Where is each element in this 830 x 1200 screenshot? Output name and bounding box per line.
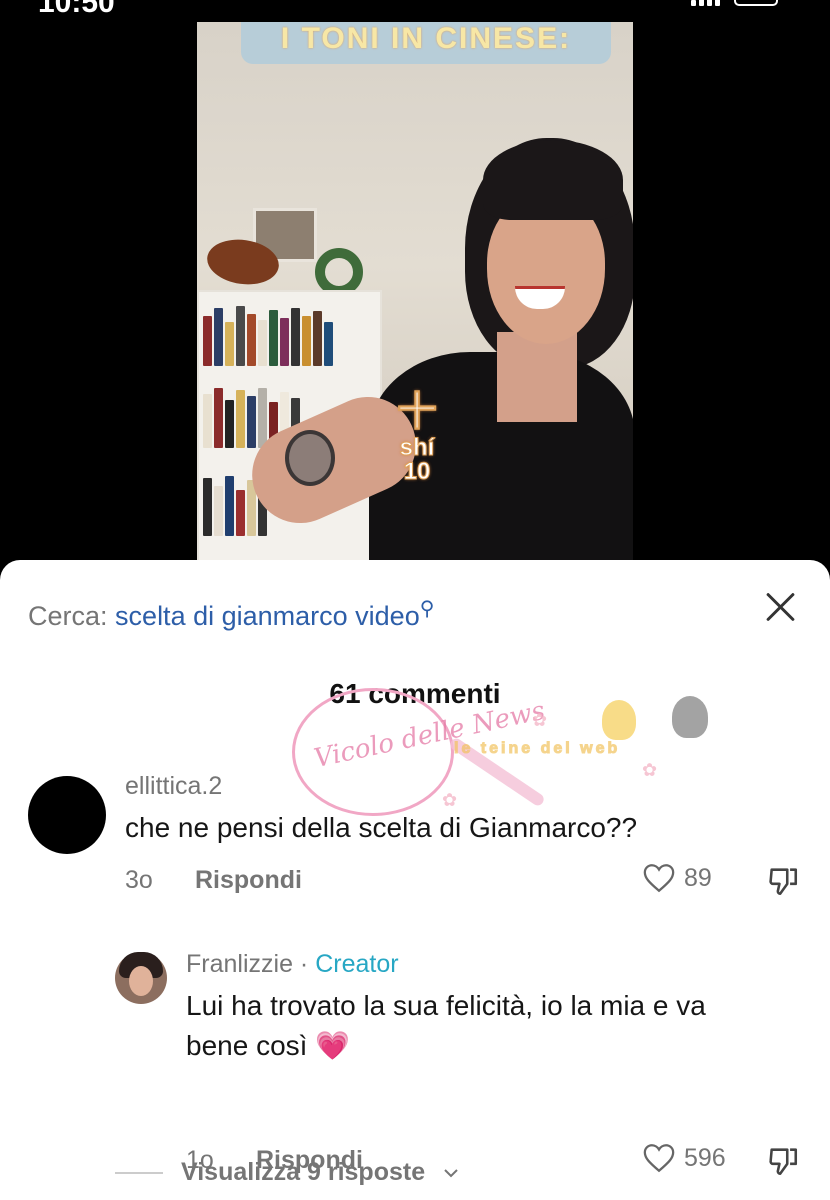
creator-username[interactable]: Franlizzie bbox=[186, 950, 293, 978]
comment-text: che ne pensi della scelta di Gianmarco?? bbox=[125, 812, 638, 843]
avatar[interactable] bbox=[28, 776, 106, 854]
status-icons bbox=[691, 0, 778, 6]
paw-icon: ✿ bbox=[532, 710, 548, 730]
person-neck bbox=[497, 332, 577, 422]
creator-badge: Creator bbox=[315, 950, 399, 978]
dislike-icon[interactable] bbox=[766, 864, 800, 898]
like-button[interactable]: 89 bbox=[642, 862, 712, 894]
creator-avatar[interactable] bbox=[115, 952, 167, 1004]
comment-text-line: Lui ha trovato la sua felicità, io la mi… bbox=[186, 990, 706, 1021]
wreath bbox=[315, 248, 363, 296]
video-banner-text: I TONI IN CINESE: bbox=[280, 22, 572, 55]
username-separator: · bbox=[292, 950, 316, 978]
chevron-down-icon bbox=[444, 1168, 458, 1177]
person-bangs bbox=[483, 140, 623, 220]
comments-sheet: Cerca: scelta di gianmarco video⚲ 61 com… bbox=[0, 560, 830, 1200]
search-icon[interactable]: ⚲ bbox=[420, 598, 435, 620]
view-replies-button[interactable]: Visualizza 9 risposte bbox=[115, 1158, 459, 1187]
comment-username: Franlizzie · Creator bbox=[186, 950, 399, 979]
arm-tattoo bbox=[285, 430, 335, 486]
caption-pinyin: shí bbox=[399, 434, 435, 461]
status-time: 10:50 bbox=[38, 0, 115, 19]
comment-username[interactable]: ellittica.2 bbox=[125, 772, 222, 801]
comments-count: 61 commenti bbox=[329, 678, 501, 709]
video-banner: I TONI IN CINESE: bbox=[241, 22, 611, 64]
comment-age: 3o bbox=[125, 866, 153, 894]
divider bbox=[115, 1171, 163, 1174]
dislike-icon[interactable] bbox=[766, 1144, 800, 1178]
caption-character: 十 bbox=[397, 390, 438, 434]
pink-heart-emoji: 💗 bbox=[315, 1030, 351, 1061]
like-button[interactable]: 596 bbox=[642, 1142, 726, 1174]
search-label: Cerca: bbox=[28, 601, 108, 631]
comment-text: Lui ha trovato la sua felicità, io la mi… bbox=[186, 986, 706, 1066]
like-count: 89 bbox=[684, 863, 712, 892]
paw-icon: ✿ bbox=[642, 760, 658, 780]
heart-icon bbox=[643, 864, 675, 893]
close-button[interactable] bbox=[764, 590, 798, 624]
like-count: 596 bbox=[684, 1143, 726, 1172]
watermark-handle bbox=[448, 736, 546, 808]
reply-button[interactable]: Rispondi bbox=[195, 866, 302, 895]
watermark-band: le teine del web bbox=[453, 740, 621, 758]
status-bar: 10:50 bbox=[0, 0, 830, 22]
search-query-link[interactable]: scelta di gianmarco video bbox=[115, 601, 420, 631]
video-player[interactable]: I TONI IN CINESE: 十 shí 10 bbox=[197, 22, 633, 562]
battery-icon bbox=[734, 0, 778, 6]
search-suggestion[interactable]: Cerca: scelta di gianmarco video⚲ bbox=[28, 596, 434, 632]
comment-text-line2: bene così bbox=[186, 1030, 308, 1061]
video-caption: 十 shí 10 bbox=[397, 390, 438, 485]
view-replies-label: Visualizza 9 risposte bbox=[181, 1158, 426, 1186]
heart-icon bbox=[643, 1144, 675, 1173]
caption-number: 10 bbox=[403, 458, 431, 485]
signal-icon bbox=[691, 0, 720, 6]
comment-text-line: bene così 💗 bbox=[186, 1026, 706, 1066]
